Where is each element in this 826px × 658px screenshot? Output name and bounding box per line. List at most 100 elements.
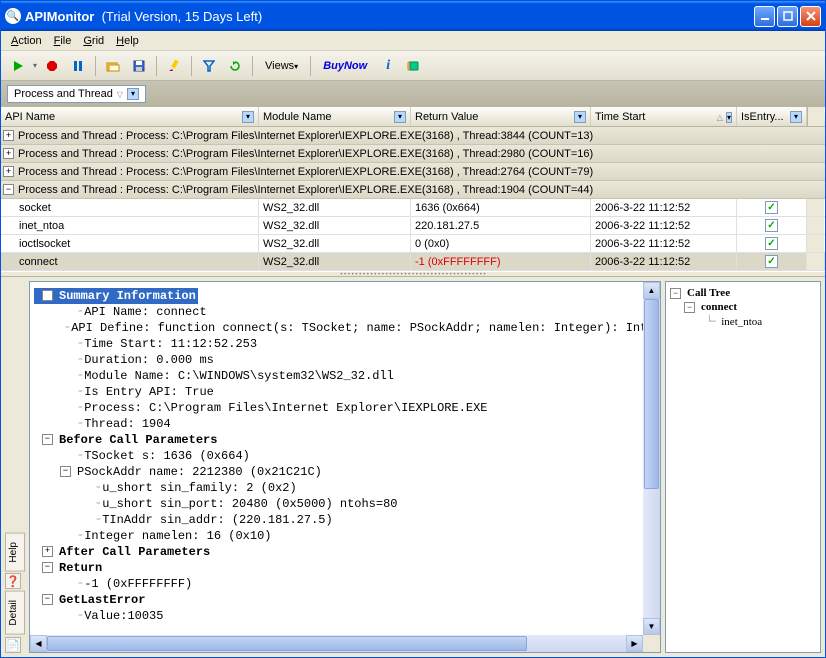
cell-return: 1636 (0x664): [411, 199, 591, 216]
data-row[interactable]: ioctlsocketWS2_32.dll0 (0x0)2006-3-22 11…: [1, 235, 825, 253]
group-toggle-icon[interactable]: +: [3, 130, 14, 141]
detail-tree[interactable]: −Summary Information╶ API Name: connect╶…: [30, 282, 643, 635]
tab-help-icon[interactable]: ❓: [5, 573, 21, 589]
detail-line[interactable]: ╶ Process: C:\Program Files\Internet Exp…: [34, 400, 639, 416]
detail-line[interactable]: ╶ TInAddr sin_addr: (220.181.27.5): [34, 512, 639, 528]
filter-button[interactable]: [198, 55, 220, 77]
entry-checkbox[interactable]: ✓: [765, 237, 778, 250]
scroll-thumb[interactable]: [47, 636, 527, 651]
group-by-dropdown[interactable]: Process and Thread ▽ ▾: [7, 85, 146, 103]
group-toggle-icon[interactable]: +: [3, 166, 14, 177]
call-tree-child[interactable]: inet_ntoa: [721, 316, 762, 328]
detail-line[interactable]: −Summary Information: [34, 288, 198, 304]
detail-hscrollbar[interactable]: ◀ ▶: [30, 635, 660, 652]
tree-collapse-icon[interactable]: −: [684, 302, 695, 313]
close-button[interactable]: [800, 6, 821, 27]
tab-help[interactable]: Help: [5, 533, 25, 572]
cell-return: 0 (0x0): [411, 235, 591, 252]
group-row[interactable]: +Process and Thread : Process: C:\Progra…: [1, 145, 825, 163]
group-row[interactable]: −Process and Thread : Process: C:\Progra…: [1, 181, 825, 199]
col-dd-icon[interactable]: ▾: [726, 112, 732, 123]
info-button[interactable]: i: [377, 55, 399, 77]
cell-module: WS2_32.dll: [259, 217, 411, 234]
cell-api: connect: [1, 253, 259, 270]
detail-line[interactable]: ╶ Duration: 0.000 ms: [34, 352, 639, 368]
col-api-name[interactable]: API Name▾: [1, 107, 259, 126]
play-button[interactable]: [7, 55, 29, 77]
data-row[interactable]: inet_ntoaWS2_32.dll220.181.27.52006-3-22…: [1, 217, 825, 235]
entry-checkbox[interactable]: ✓: [765, 219, 778, 232]
views-dropdown[interactable]: Views▾: [259, 58, 304, 74]
tree-toggle-icon[interactable]: −: [60, 466, 71, 477]
group-row[interactable]: +Process and Thread : Process: C:\Progra…: [1, 127, 825, 145]
col-dd-icon[interactable]: ▾: [242, 111, 254, 123]
filter-dropdown-icon[interactable]: ▾: [127, 88, 139, 100]
scroll-down-button[interactable]: ▼: [643, 618, 660, 635]
menu-help[interactable]: Help: [110, 33, 145, 49]
detail-line[interactable]: −GetLastError: [34, 592, 639, 608]
detail-line[interactable]: −PSockAddr name: 2212380 (0x21C21C): [34, 464, 639, 480]
col-dd-icon[interactable]: ▾: [394, 111, 406, 123]
group-toggle-icon[interactable]: −: [3, 184, 14, 195]
col-module-name[interactable]: Module Name▾: [259, 107, 411, 126]
detail-line[interactable]: ╶ Time Start: 11:12:52.253: [34, 336, 639, 352]
detail-line[interactable]: ╶ -1 (0xFFFFFFFF): [34, 576, 639, 592]
refresh-button[interactable]: [224, 55, 246, 77]
minimize-button[interactable]: [754, 6, 775, 27]
stop-button[interactable]: [41, 55, 63, 77]
tab-detail-icon[interactable]: 📄: [5, 637, 21, 653]
detail-line[interactable]: ╶ Integer namelen: 16 (0x10): [34, 528, 639, 544]
col-dd-icon[interactable]: ▾: [790, 111, 802, 123]
cell-module: WS2_32.dll: [259, 235, 411, 252]
detail-line[interactable]: −Before Call Parameters: [34, 432, 639, 448]
detail-line[interactable]: ╶ Module Name: C:\WINDOWS\system32\WS2_3…: [34, 368, 639, 384]
col-return-value[interactable]: Return Value▾: [411, 107, 591, 126]
save-button[interactable]: [128, 55, 150, 77]
detail-line[interactable]: ╶ TSocket s: 1636 (0x664): [34, 448, 639, 464]
scroll-up-button[interactable]: ▲: [643, 282, 660, 299]
entry-checkbox[interactable]: ✓: [765, 255, 778, 268]
col-dd-icon[interactable]: ▾: [574, 111, 586, 123]
open-button[interactable]: [102, 55, 124, 77]
group-row[interactable]: +Process and Thread : Process: C:\Progra…: [1, 163, 825, 181]
group-toggle-icon[interactable]: +: [3, 148, 14, 159]
menu-file[interactable]: File: [48, 33, 78, 49]
trial-info: (Trial Version, 15 Days Left): [102, 9, 263, 24]
detail-line[interactable]: +After Call Parameters: [34, 544, 639, 560]
detail-line[interactable]: ╶ API Define: function connect(s: TSocke…: [34, 320, 639, 336]
tree-toggle-icon[interactable]: −: [42, 594, 53, 605]
scroll-left-button[interactable]: ◀: [30, 635, 47, 652]
call-tree[interactable]: −Call Tree −connect └╴inet_ntoa: [666, 282, 766, 652]
menu-grid[interactable]: Grid: [77, 33, 110, 49]
detail-line[interactable]: ╶ u_short sin_family: 2 (0x2): [34, 480, 639, 496]
data-row[interactable]: socketWS2_32.dll1636 (0x664)2006-3-22 11…: [1, 199, 825, 217]
maximize-button[interactable]: [777, 6, 798, 27]
col-time-start[interactable]: Time Start△ ▾: [591, 107, 737, 126]
detail-line[interactable]: −Return: [34, 560, 639, 576]
tree-toggle-icon[interactable]: −: [42, 434, 53, 445]
highlight-button[interactable]: [163, 55, 185, 77]
entry-checkbox[interactable]: ✓: [765, 201, 778, 214]
detail-line[interactable]: ╶ API Name: connect: [34, 304, 639, 320]
menu-action[interactable]: Action: [5, 33, 48, 49]
data-row[interactable]: connectWS2_32.dll-1 (0xFFFFFFFF)2006-3-2…: [1, 253, 825, 271]
detail-vscrollbar[interactable]: ▲ ▼: [643, 282, 660, 635]
tree-toggle-icon[interactable]: −: [42, 562, 53, 573]
call-tree-root[interactable]: connect: [701, 301, 737, 313]
pause-button[interactable]: [67, 55, 89, 77]
detail-line[interactable]: ╶ Value:10035: [34, 608, 639, 624]
tree-collapse-icon[interactable]: −: [670, 288, 681, 299]
detail-line[interactable]: ╶ Is Entry API: True: [34, 384, 639, 400]
titlebar[interactable]: 🔍 APIMonitor (Trial Version, 15 Days Lef…: [1, 1, 825, 31]
detail-line[interactable]: ╶ u_short sin_port: 20480 (0x5000) ntohs…: [34, 496, 639, 512]
tree-toggle-icon[interactable]: +: [42, 546, 53, 557]
tab-detail[interactable]: Detail: [5, 591, 25, 635]
scroll-right-button[interactable]: ▶: [626, 635, 643, 652]
tree-toggle-icon[interactable]: −: [42, 290, 53, 301]
help-button[interactable]: [403, 55, 425, 77]
detail-line[interactable]: ╶ Thread: 1904: [34, 416, 639, 432]
buynow-button[interactable]: BuyNow: [317, 58, 373, 74]
cell-module: WS2_32.dll: [259, 199, 411, 216]
col-is-entry[interactable]: IsEntry...▾: [737, 107, 807, 126]
scroll-thumb[interactable]: [644, 299, 659, 489]
